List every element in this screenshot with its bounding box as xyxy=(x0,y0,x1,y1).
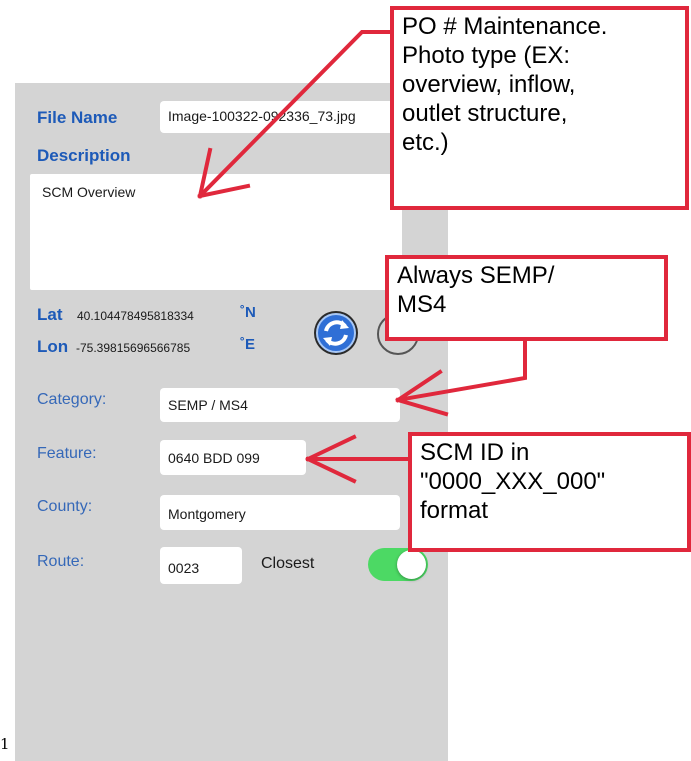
po-arrow xyxy=(197,30,394,199)
po-callout: PO # Maintenance. Photo type (EX: overvi… xyxy=(390,6,689,210)
semp-arrow xyxy=(395,340,527,403)
scm-callout-line: format xyxy=(420,497,489,524)
po-callout-line: overview, inflow, xyxy=(402,71,576,98)
semp-callout-line: MS4 xyxy=(397,291,447,318)
po-callout-line: PO # Maintenance. xyxy=(402,13,608,40)
scm-callout: SCM ID in "0000_XXX_000" format xyxy=(408,432,691,552)
po-callout-line: etc.) xyxy=(402,129,449,156)
scm-callout-line: "0000_XXX_000" xyxy=(420,468,606,495)
semp-callout: Always SEMP/ MS4 xyxy=(385,255,668,341)
po-callout-line: Photo type (EX: xyxy=(402,42,571,69)
semp-callout-line: Always SEMP/ xyxy=(397,262,555,289)
po-callout-line: outlet structure, xyxy=(402,100,568,127)
scm-callout-line: SCM ID in xyxy=(420,439,530,466)
